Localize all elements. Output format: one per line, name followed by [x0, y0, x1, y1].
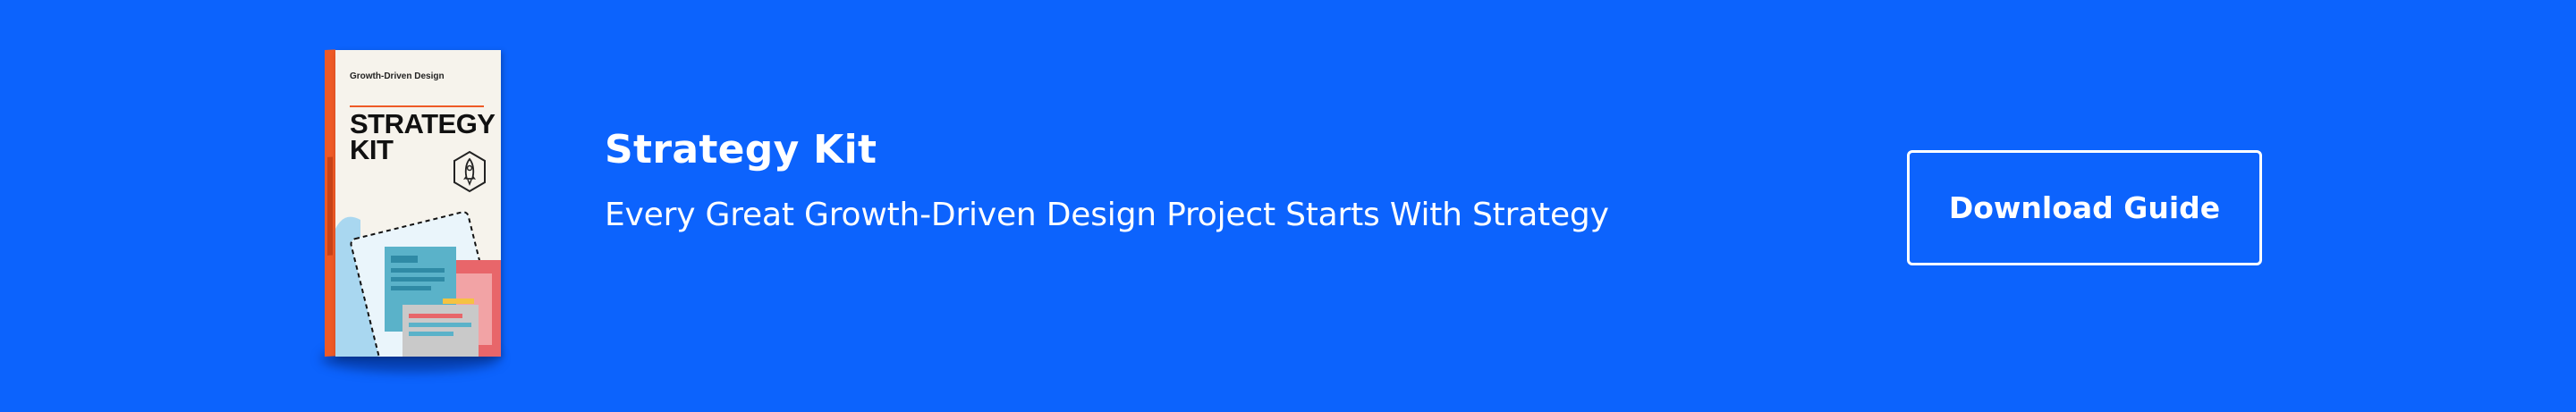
book-spine [325, 49, 335, 357]
banner-subtitle: Every Great Growth-Driven Design Project… [605, 197, 1609, 233]
download-guide-button[interactable]: Download Guide [1907, 150, 2262, 265]
promo-banner: Growth-Driven Design STRATEGY KIT Strate… [0, 0, 2576, 412]
book-cover-image: Growth-Driven Design STRATEGY KIT [318, 49, 510, 372]
book-front: Growth-Driven Design STRATEGY KIT [335, 50, 501, 357]
book-divider [350, 105, 484, 107]
book-illustration [335, 211, 501, 357]
banner-title: Strategy Kit [605, 127, 877, 172]
book-kicker: Growth-Driven Design [350, 71, 445, 81]
